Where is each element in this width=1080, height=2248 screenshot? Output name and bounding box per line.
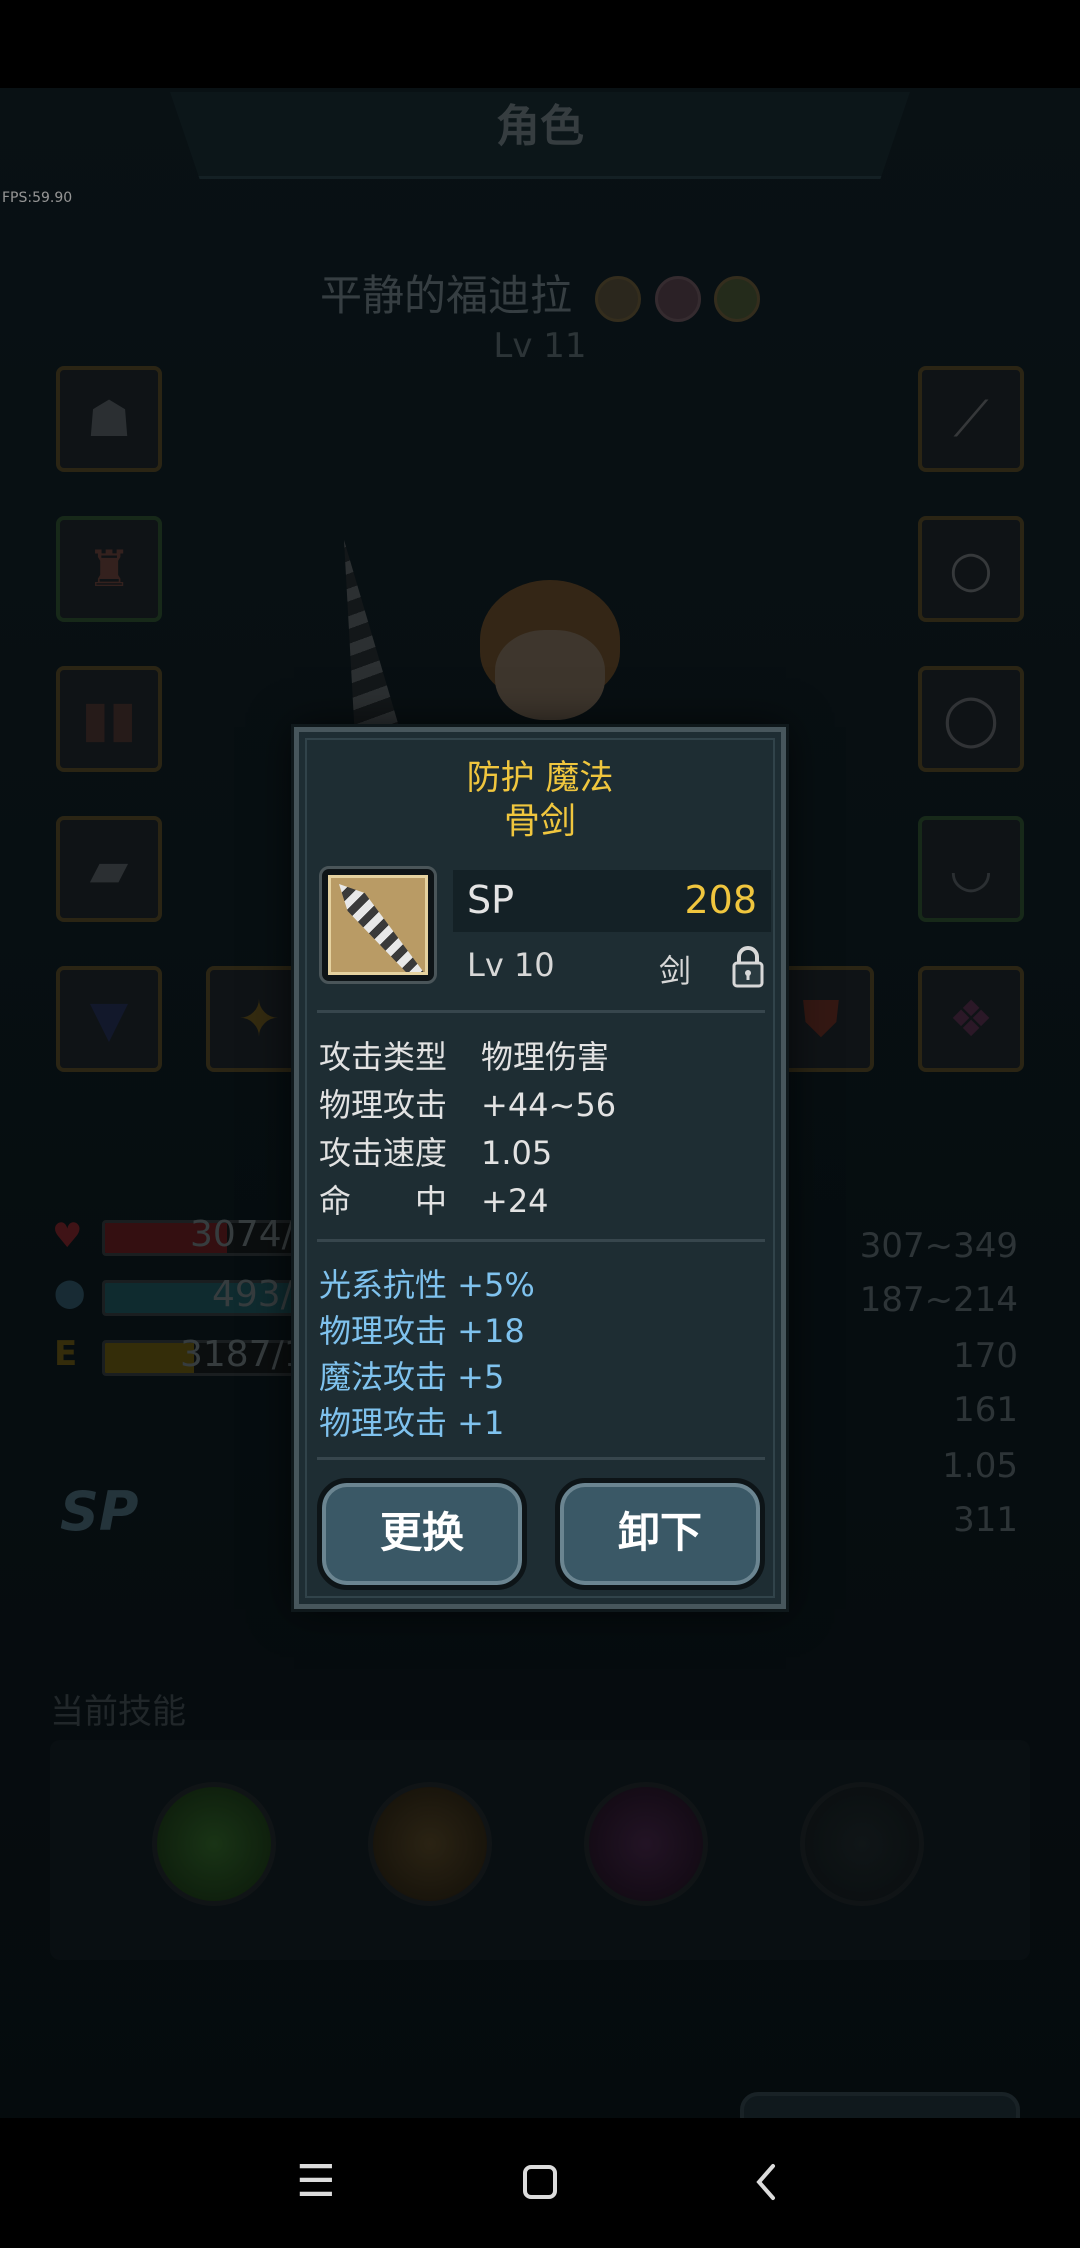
menu-icon[interactable]: ☰ xyxy=(276,2142,356,2222)
divider xyxy=(317,1010,765,1013)
lock-icon[interactable] xyxy=(731,944,765,988)
item-icon-frame xyxy=(319,866,437,984)
item-name: 骨剑 xyxy=(503,801,576,842)
sp-row: SP 208 xyxy=(453,870,771,932)
replace-button[interactable]: 更换 xyxy=(317,1478,527,1590)
bonus-stat: 物理攻击 +1 xyxy=(319,1404,505,1442)
bonus-stat: 物理攻击 +18 xyxy=(319,1312,525,1350)
stat-value: 物理伤害 xyxy=(481,1038,610,1076)
stat-value: 1.05 xyxy=(481,1134,553,1172)
status-bar xyxy=(0,0,1080,88)
unequip-button[interactable]: 卸下 xyxy=(555,1478,765,1590)
stat-row: 命 中 +24 xyxy=(319,1176,549,1222)
replace-button-label: 更换 xyxy=(379,1508,464,1557)
home-square xyxy=(523,2165,557,2199)
stat-value: +44~56 xyxy=(481,1086,617,1124)
back-chevron xyxy=(756,2164,775,2200)
stat-name: 攻击类型 xyxy=(319,1038,448,1076)
system-nav-bar: ☰ xyxy=(0,2118,1080,2248)
stat-row: 攻击类型 物理伤害 xyxy=(319,1032,609,1078)
sp-value: 208 xyxy=(684,878,757,922)
item-detail-dialog: 防护 魔法 骨剑 SP 208 Lv 10 剑 攻击类型 物理伤害 物理攻击 +44… xyxy=(294,727,786,1609)
stat-value: +24 xyxy=(481,1182,549,1220)
unequip-button-label: 卸下 xyxy=(617,1508,702,1557)
home-icon[interactable] xyxy=(500,2142,580,2222)
bonus-stat: 魔法攻击 +5 xyxy=(319,1358,505,1396)
sp-label: SP xyxy=(467,878,515,922)
stat-row: 攻击速度 1.05 xyxy=(319,1128,552,1174)
stat-name: 攻击速度 xyxy=(319,1134,448,1172)
stat-name: 物理攻击 xyxy=(319,1086,448,1124)
item-level: Lv 10 xyxy=(467,946,555,984)
stat-name: 命 中 xyxy=(319,1182,448,1220)
bone-sword-icon xyxy=(339,884,425,972)
divider xyxy=(317,1457,765,1460)
bonus-stat: 光系抗性 +5% xyxy=(319,1266,535,1304)
item-icon-background xyxy=(328,875,428,975)
back-icon[interactable] xyxy=(726,2142,806,2222)
divider xyxy=(317,1239,765,1242)
item-type: 剑 xyxy=(659,952,692,990)
stat-row: 物理攻击 +44~56 xyxy=(319,1080,616,1126)
